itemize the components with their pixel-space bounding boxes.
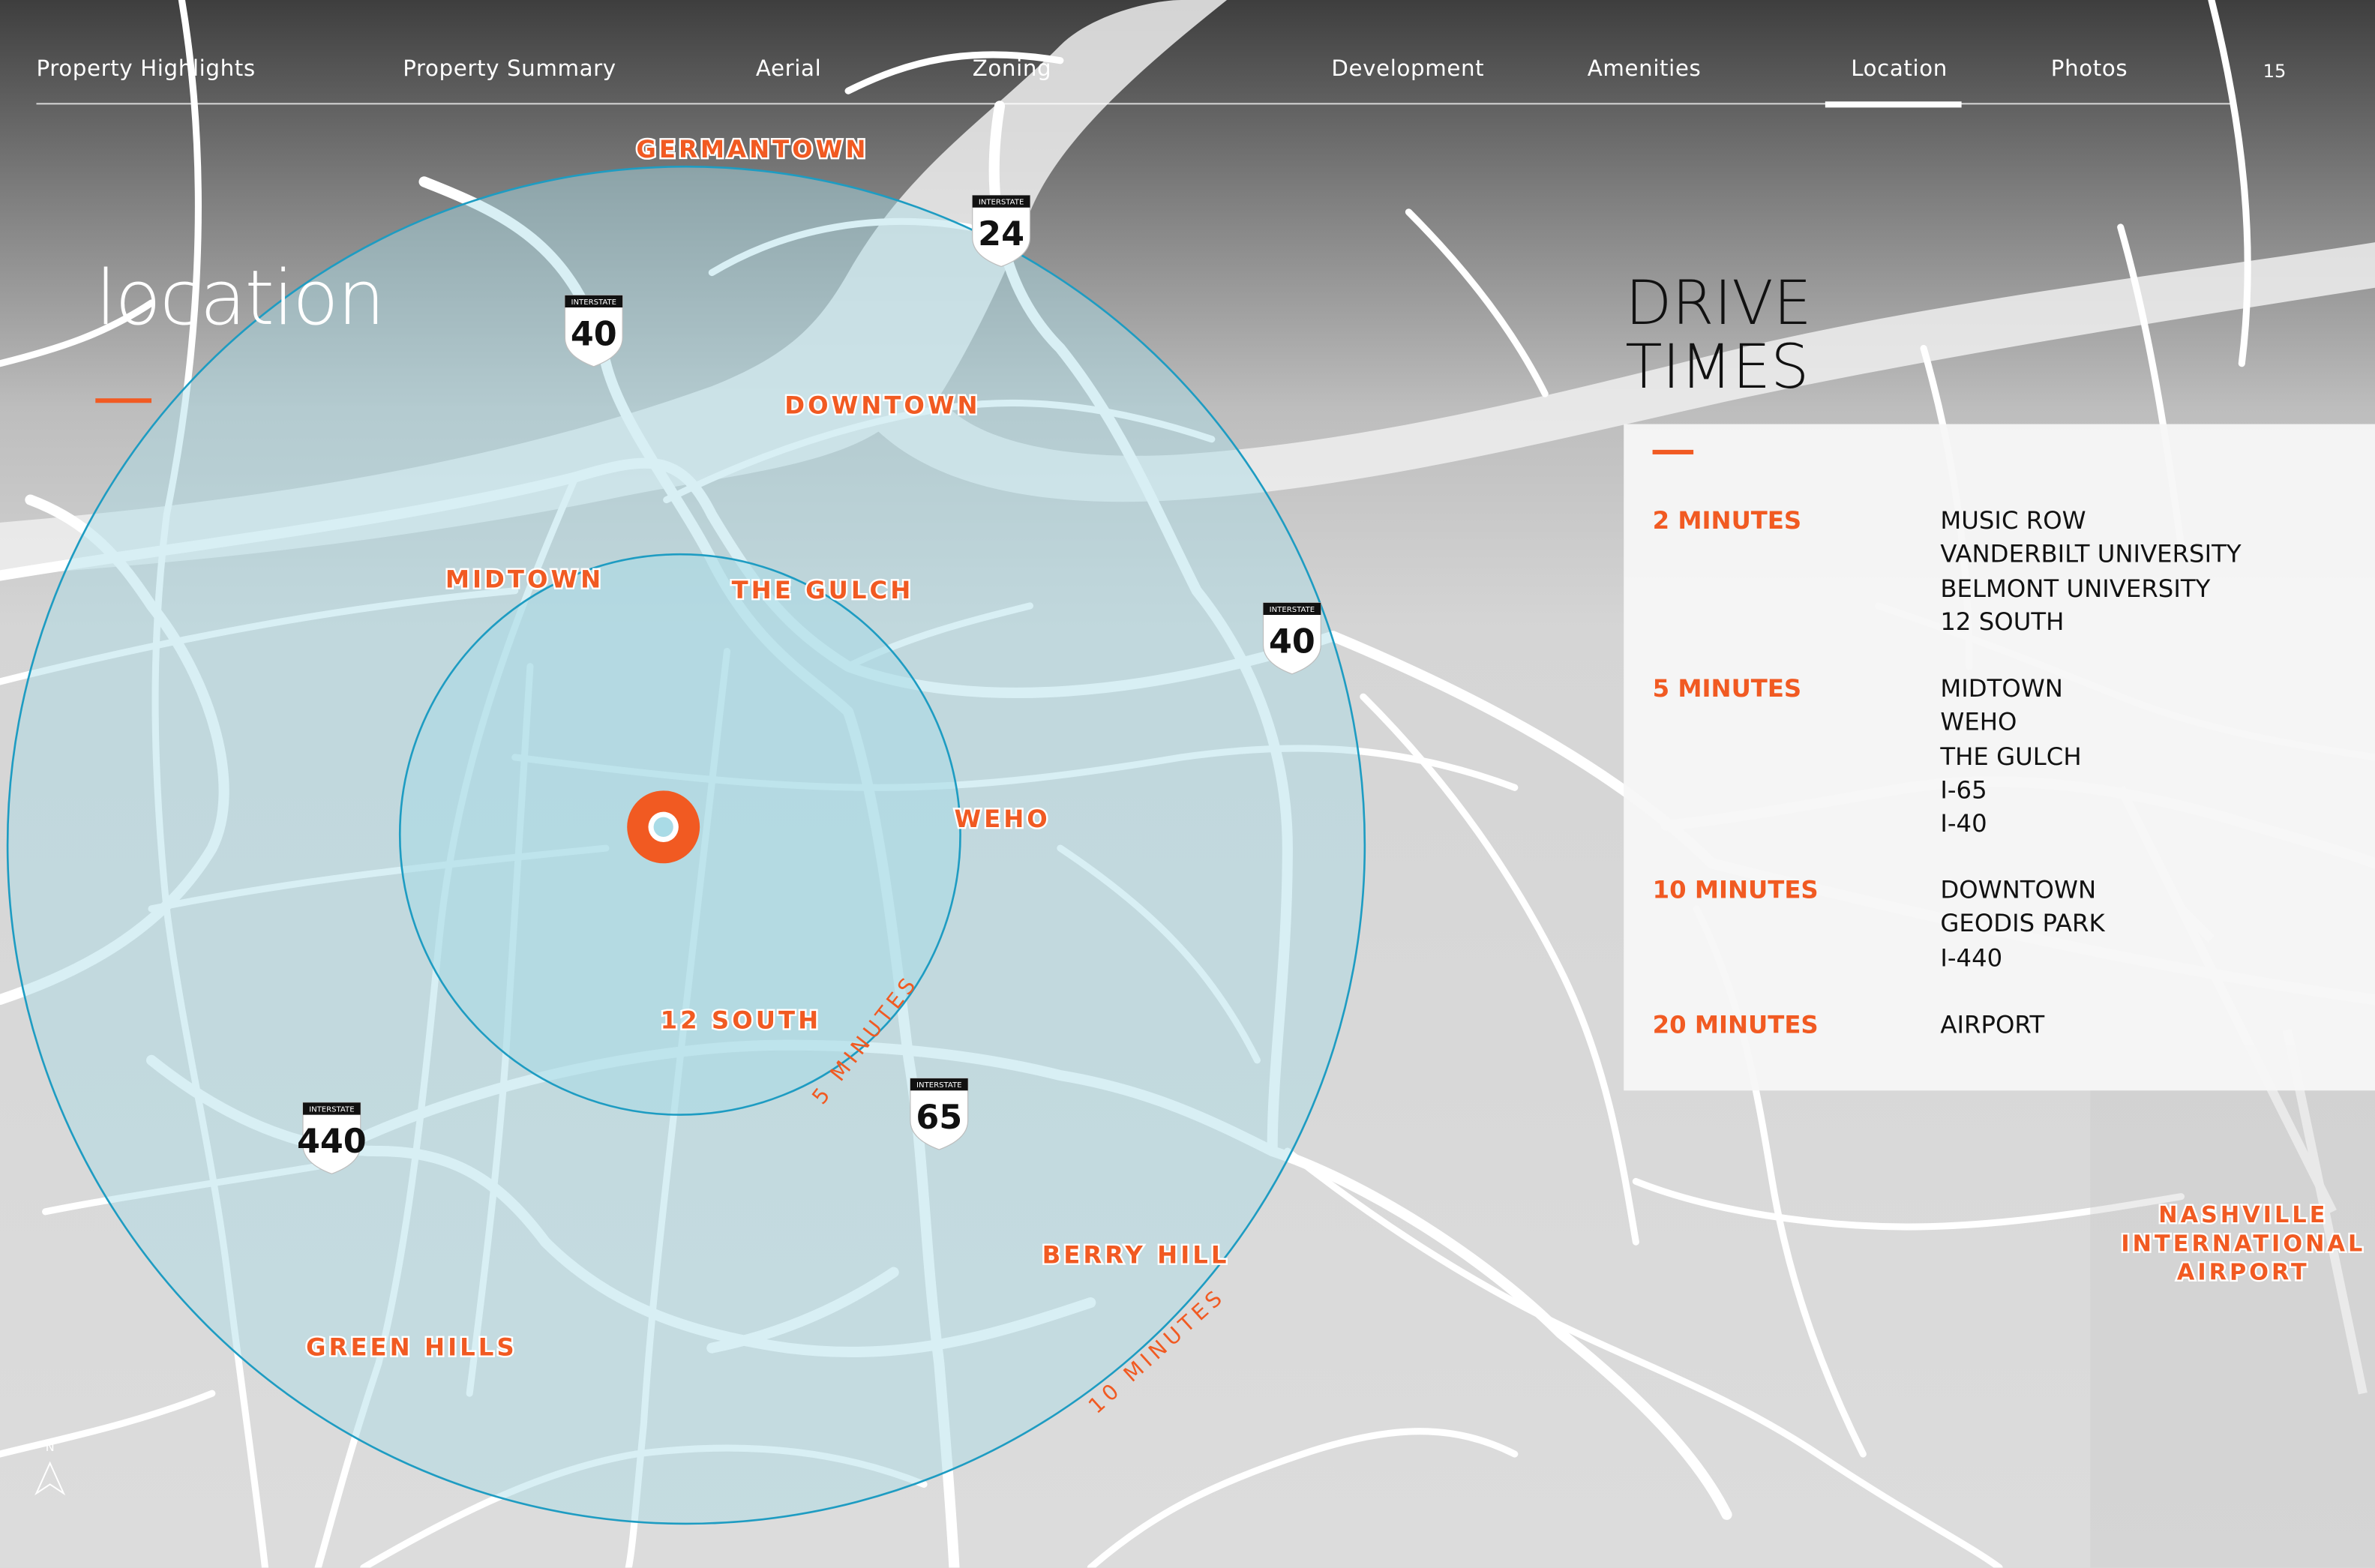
svg-text:24: 24 [978,215,1024,253]
svg-text:INTERSTATE: INTERSTATE [309,1106,354,1114]
page-title: location [95,254,385,343]
place-item: DOWNTOWN [1940,875,2097,904]
nav-item-aerial[interactable]: Aerial [756,58,821,82]
svg-text:N: N [46,1440,55,1454]
svg-text:440: 440 [297,1123,367,1161]
place-item: WEHO [1940,707,2017,737]
nav-item-property-highlights[interactable]: Property Highlights [36,58,255,82]
place-item: VANDERBILT UNIVERSITY [1940,539,2242,569]
page-number: 15 [2263,60,2287,82]
drive-time-10-minutes: 10 MINUTES [1652,875,1819,904]
airport-area [2090,1045,2375,1568]
nav-active-indicator [1825,101,1962,108]
neighborhood-label-germantown: GERMANTOWN [636,135,868,163]
interstate-40-east-shield: INTERSTATE 40 [1262,601,1322,675]
place-item: BELMONT UNIVERSITY [1940,573,2211,603]
nav-item-development[interactable]: Development [1331,58,1484,82]
drive-time-20-minutes: 20 MINUTES [1652,1010,1819,1039]
svg-text:40: 40 [571,316,617,354]
svg-text:INTERSTATE: INTERSTATE [571,298,616,307]
svg-text:40: 40 [1269,623,1315,661]
place-item: I-65 [1940,775,1987,805]
svg-text:INTERSTATE: INTERSTATE [916,1081,961,1090]
drive-time-2-minutes-places: MUSIC ROW VANDERBILT UNIVERSITY BELMONT … [1940,505,2241,640]
neighborhood-label-berry-hill: BERRY HILL [1042,1241,1230,1270]
nav-item-photos[interactable]: Photos [2051,58,2128,82]
nav-item-amenities[interactable]: Amenities [1588,58,1702,82]
drive-times-title: DRIVE TIMES [1625,273,1811,400]
neighborhood-label-downtown: DOWNTOWN [784,391,980,419]
property-pin[interactable] [627,790,700,864]
svg-text:INTERSTATE: INTERSTATE [1270,606,1315,614]
svg-text:NASHVILLE: NASHVILLE [2158,1202,2328,1228]
interstate-24-shield: INTERSTATE 24 [971,194,1031,268]
neighborhood-label-midtown: MIDTOWN [445,565,604,594]
interstate-40-west-shield: INTERSTATE 40 [564,294,624,367]
svg-text:INTERSTATE: INTERSTATE [979,199,1024,207]
drive-time-5-minutes: 5 MINUTES [1652,673,1802,703]
location-page: 5 MINUTES 10 MINUTES GERMANTOWN DOWNTOWN… [0,0,2375,1568]
nav-item-zoning[interactable]: Zoning [973,58,1051,82]
drive-time-10-minutes-places: DOWNTOWN GEODIS PARK I-440 [1940,874,2104,975]
neighborhood-label-12-south: 12 SOUTH [661,1006,822,1034]
title-accent-bar [95,398,151,403]
place-item: THE GULCH [1940,741,2082,771]
drive-times-title-line-2: TIMES [1625,333,1810,403]
nav-item-location[interactable]: Location [1851,58,1948,82]
place-item: 12 SOUTH [1940,607,2065,637]
neighborhood-label-weho: WEHO [954,805,1050,833]
interstate-65-shield: INTERSTATE 65 [909,1078,969,1151]
drive-times-title-line-1: DRIVE [1625,269,1812,340]
place-item: I-440 [1940,943,2003,972]
svg-text:INTERNATIONAL: INTERNATIONAL [2121,1231,2365,1257]
drive-time-5-minutes-places: MIDTOWN WEHO THE GULCH I-65 I-40 [1940,673,2081,841]
drive-time-2-minutes: 2 MINUTES [1652,505,1802,535]
nav-item-property-summary[interactable]: Property Summary [403,58,616,82]
place-item: MUSIC ROW [1940,505,2086,535]
place-item: I-40 [1940,808,1987,838]
place-item: MIDTOWN [1940,673,2063,703]
svg-text:AIRPORT: AIRPORT [2177,1260,2310,1286]
neighborhood-label-green-hills: GREEN HILLS [306,1333,517,1362]
place-item: AIRPORT [1940,1010,2045,1039]
drive-times-accent-bar [1652,449,1694,454]
place-item: GEODIS PARK [1940,909,2105,938]
neighborhood-label-the-gulch: THE GULCH [732,576,914,604]
svg-text:65: 65 [916,1099,962,1137]
drive-time-20-minutes-places: AIRPORT [1940,1009,2044,1042]
